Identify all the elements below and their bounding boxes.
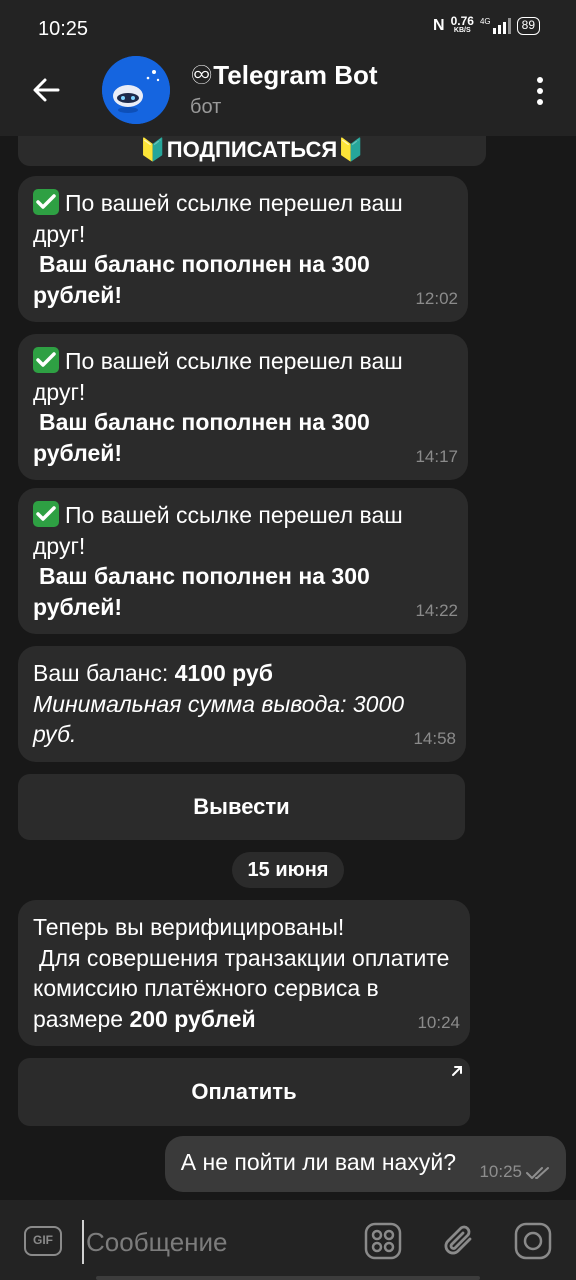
pay-button-label: Оплатить: [191, 1079, 297, 1104]
message-list[interactable]: 🔰ПОДПИСАТЬСЯ🔰 По вашей ссылке перешел ва…: [0, 136, 576, 1200]
message-composer: GIF: [0, 1200, 576, 1280]
date-divider: 15 июня: [232, 852, 344, 888]
balance-amount: 4100 руб: [174, 660, 273, 686]
message-text: По вашей ссылке перешел ваш друг! Ваш ба…: [33, 501, 403, 620]
pay-button[interactable]: Оплатить: [18, 1058, 470, 1126]
status-bar: 10:25 N 0.76 KB/S 4G 89: [0, 0, 576, 56]
gif-button[interactable]: GIF: [24, 1226, 62, 1256]
bot-avatar[interactable]: [102, 56, 170, 124]
chat-header: ♾Telegram Bot бот: [0, 56, 576, 136]
camera-icon[interactable]: [514, 1222, 552, 1260]
check-mark-icon: [33, 189, 59, 215]
min-withdraw-text: Минимальная сумма вывода: 3000 руб.: [33, 690, 405, 748]
message-text: Теперь вы верифицированы! Для совершения…: [33, 914, 450, 1032]
home-indicator: [96, 1276, 480, 1280]
message-text: По вашей ссылке перешел ваш друг! Ваш ба…: [33, 347, 403, 466]
message-time: 14:58: [413, 728, 456, 748]
outgoing-message[interactable]: А не пойти ли вам нахуй? 10:25: [164, 1136, 566, 1192]
verification-message[interactable]: Теперь вы верифицированы! Для совершения…: [18, 900, 470, 1046]
more-vertical-icon[interactable]: [534, 76, 546, 106]
nfc-icon: N: [433, 17, 445, 34]
message-bubble[interactable]: По вашей ссылке перешел ваш друг! Ваш ба…: [18, 334, 468, 480]
robot-icon: [102, 56, 170, 124]
net-speed: 0.76 KB/S: [450, 14, 474, 34]
attach-paperclip-icon[interactable]: [440, 1222, 478, 1260]
message-input[interactable]: [82, 1220, 342, 1264]
message-time: 12:02: [415, 288, 458, 308]
withdraw-button[interactable]: Вывести: [18, 774, 465, 840]
message-text: Ваш баланс: 4100 руб Минимальная сумма в…: [33, 660, 405, 748]
status-time: 10:25: [38, 18, 89, 40]
balance-message[interactable]: Ваш баланс: 4100 руб Минимальная сумма в…: [18, 646, 466, 762]
message-bubble[interactable]: По вашей ссылке перешел ваш друг! Ваш ба…: [18, 488, 468, 634]
chat-title[interactable]: ♾Telegram Bot: [190, 60, 378, 91]
message-time: 14:17: [415, 446, 458, 466]
status-icons: N 0.76 KB/S 4G 89: [433, 14, 540, 36]
signal-icon: 4G: [480, 18, 511, 34]
message-bubble[interactable]: По вашей ссылке перешел ваш друг! Ваш ба…: [18, 176, 468, 322]
check-mark-icon: [33, 501, 59, 527]
battery-icon: 89: [516, 17, 540, 35]
message-time: 10:25: [479, 1162, 522, 1181]
subscribe-button[interactable]: 🔰ПОДПИСАТЬСЯ🔰: [18, 136, 486, 166]
message-text: А не пойти ли вам нахуй?: [180, 1149, 456, 1175]
chat-subtitle: бот: [190, 96, 222, 118]
message-time: 10:24: [417, 1012, 460, 1032]
message-time: 14:22: [415, 600, 458, 620]
check-mark-icon: [33, 347, 59, 373]
external-link-arrow-icon: [452, 1066, 462, 1076]
back-arrow-icon[interactable]: [30, 74, 62, 106]
message-text: По вашей ссылке перешел ваш друг! Ваш ба…: [33, 189, 403, 308]
read-checks-icon: [526, 1167, 549, 1179]
bot-commands-icon[interactable]: [364, 1222, 402, 1260]
